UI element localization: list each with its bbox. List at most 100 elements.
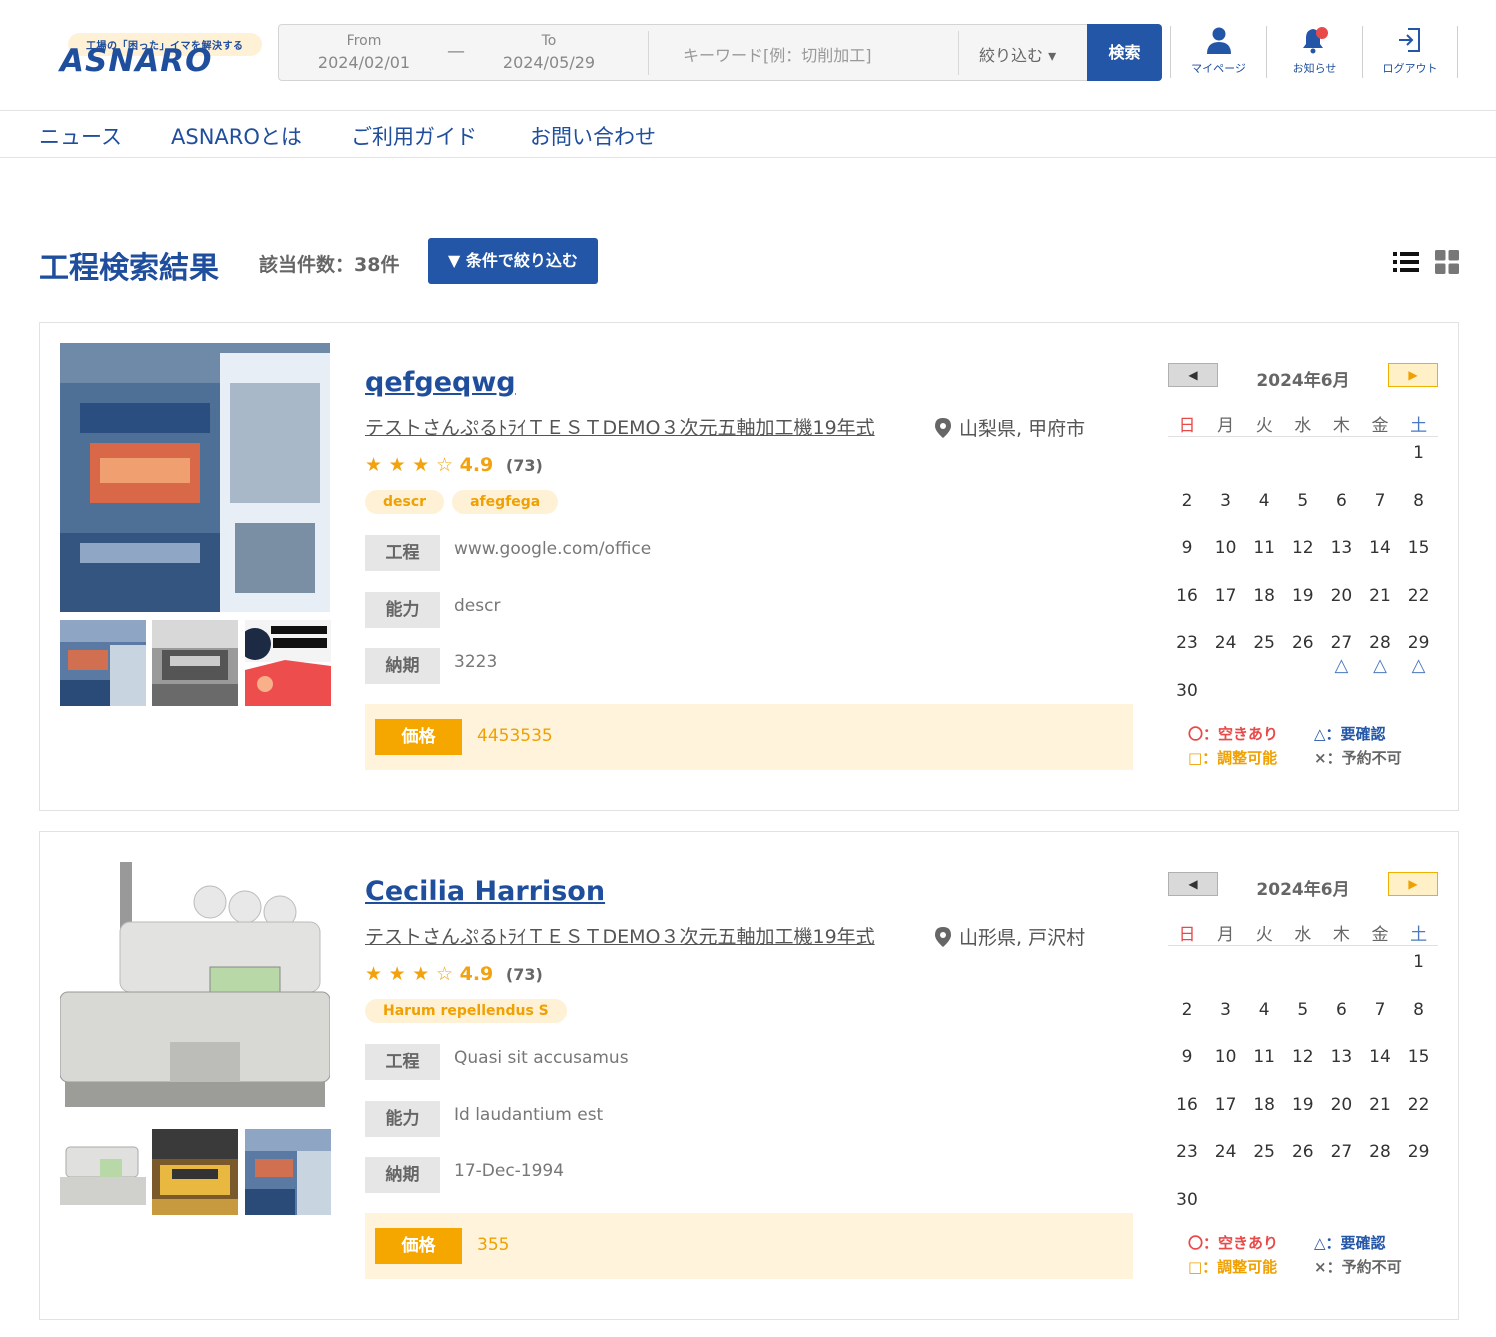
nav-news[interactable]: ニュース (39, 121, 122, 151)
next-month-button[interactable]: ▶ (1388, 872, 1438, 896)
calendar-day[interactable]: 27 (1322, 633, 1360, 653)
calendar-day[interactable]: 16 (1168, 586, 1206, 606)
narrow-dropdown[interactable]: 絞り込む ▾ (979, 42, 1056, 66)
bell-icon (1302, 27, 1328, 54)
calendar-day[interactable]: 20 (1322, 1095, 1360, 1115)
thumbnail-photo[interactable] (152, 620, 238, 706)
calendar-day[interactable]: 20 (1322, 586, 1360, 606)
notice-link[interactable]: お知らせ (1266, 26, 1362, 78)
calendar-day[interactable]: 18 (1245, 1095, 1283, 1115)
calendar-day[interactable]: 3 (1207, 491, 1245, 511)
calendar-day[interactable]: 24 (1207, 633, 1245, 653)
calendar-day[interactable]: 15 (1400, 538, 1438, 558)
calendar-day[interactable]: 8 (1400, 1000, 1438, 1020)
list-view-icon[interactable] (1393, 250, 1419, 278)
availability-mark[interactable]: △ (1400, 655, 1438, 676)
calendar-month: 2024年6月 (1256, 880, 1350, 900)
calendar-day[interactable]: 28 (1361, 633, 1399, 653)
calendar-day[interactable]: 13 (1322, 538, 1360, 558)
date-to-field[interactable]: To 2024/05/29 (484, 25, 614, 80)
calendar-day[interactable]: 9 (1168, 538, 1206, 558)
calendar-day[interactable]: 25 (1245, 1142, 1283, 1162)
calendar-day[interactable]: 11 (1245, 1047, 1283, 1067)
calendar-day[interactable]: 21 (1361, 586, 1399, 606)
asnaro-logo[interactable]: 工場の「困った」イマを解決する ASNARO (60, 30, 262, 80)
grid-view-icon[interactable] (1435, 250, 1459, 278)
calendar-day[interactable]: 12 (1284, 1047, 1322, 1067)
calendar-day[interactable]: 29 (1400, 1142, 1438, 1162)
result-subtitle-link[interactable]: テストさんぷるﾄﾗｲＴＥＳＴDEMO３次元五軸加工機19年式 (365, 922, 875, 949)
result-subtitle-link[interactable]: テストさんぷるﾄﾗｲＴＥＳＴDEMO３次元五軸加工機19年式 (365, 413, 875, 440)
thumbnail-photo[interactable] (245, 1129, 331, 1215)
calendar-day[interactable]: 7 (1361, 491, 1399, 511)
calendar-day[interactable]: 2 (1168, 1000, 1206, 1020)
thumbnail-photo[interactable] (60, 620, 146, 706)
calendar-day[interactable]: 22 (1400, 1095, 1438, 1115)
calendar-day[interactable]: 6 (1322, 1000, 1360, 1020)
thumbnail-poster[interactable] (245, 620, 331, 706)
result-title-link[interactable]: qefgeqwg (365, 367, 516, 398)
calendar-day[interactable]: 21 (1361, 1095, 1399, 1115)
calendar-day[interactable]: 26 (1284, 633, 1322, 653)
tag-badge[interactable]: Harum repellendus S (365, 999, 567, 1023)
calendar-day[interactable]: 30 (1168, 1190, 1206, 1210)
nav-about[interactable]: ASNAROとは (171, 121, 302, 151)
calendar-day[interactable]: 25 (1245, 633, 1283, 653)
calendar-day[interactable]: 19 (1284, 586, 1322, 606)
calendar-day[interactable]: 5 (1284, 1000, 1322, 1020)
calendar-day[interactable]: 4 (1245, 491, 1283, 511)
calendar-day[interactable]: 29 (1400, 633, 1438, 653)
tag-badge[interactable]: descr (365, 490, 445, 514)
logout-link[interactable]: ログアウト (1362, 26, 1458, 78)
thumbnail-photo[interactable] (60, 1129, 146, 1215)
availability-mark[interactable]: △ (1322, 655, 1360, 676)
calendar-day[interactable]: 26 (1284, 1142, 1322, 1162)
calendar-day[interactable]: 28 (1361, 1142, 1399, 1162)
keyword-input[interactable]: キーワード[例：切削加工] (683, 42, 872, 66)
calendar-day[interactable]: 9 (1168, 1047, 1206, 1067)
calendar-day[interactable]: 10 (1207, 1047, 1245, 1067)
date-from-field[interactable]: From 2024/02/01 (299, 25, 429, 80)
calendar-day[interactable]: 27 (1322, 1142, 1360, 1162)
main-photo-machinery[interactable] (60, 343, 330, 612)
calendar-day[interactable]: 18 (1245, 586, 1283, 606)
calendar-day[interactable]: 22 (1400, 586, 1438, 606)
calendar-day[interactable]: 14 (1361, 538, 1399, 558)
calendar-day[interactable]: 24 (1207, 1142, 1245, 1162)
calendar-day[interactable]: 1 (1400, 952, 1438, 972)
calendar-day[interactable]: 12 (1284, 538, 1322, 558)
calendar-day[interactable]: 19 (1284, 1095, 1322, 1115)
availability-mark[interactable]: △ (1361, 655, 1399, 676)
calendar-day[interactable]: 17 (1207, 1095, 1245, 1115)
nav-guide[interactable]: ご利用ガイド (351, 121, 477, 151)
calendar-day[interactable]: 3 (1207, 1000, 1245, 1020)
search-button[interactable]: 検索 (1087, 24, 1162, 81)
thumbnail-photo[interactable] (152, 1129, 238, 1215)
nav-contact[interactable]: お問い合わせ (530, 121, 656, 151)
calendar-day[interactable]: 15 (1400, 1047, 1438, 1067)
calendar-day[interactable]: 4 (1245, 1000, 1283, 1020)
main-photo-sewing-machine[interactable] (60, 852, 330, 1121)
calendar-day[interactable]: 11 (1245, 538, 1283, 558)
calendar-day[interactable]: 13 (1322, 1047, 1360, 1067)
calendar-day[interactable]: 30 (1168, 681, 1206, 701)
calendar-day[interactable]: 7 (1361, 1000, 1399, 1020)
mypage-link[interactable]: マイページ (1170, 26, 1266, 78)
calendar-day[interactable]: 14 (1361, 1047, 1399, 1067)
calendar-day[interactable]: 2 (1168, 491, 1206, 511)
result-title-link[interactable]: Cecilia Harrison (365, 876, 605, 907)
prev-month-button[interactable]: ◀ (1168, 363, 1218, 387)
calendar-day[interactable]: 23 (1168, 1142, 1206, 1162)
prev-month-button[interactable]: ◀ (1168, 872, 1218, 896)
calendar-day[interactable]: 10 (1207, 538, 1245, 558)
tag-badge[interactable]: afegfega (452, 490, 559, 514)
calendar-day[interactable]: 1 (1400, 443, 1438, 463)
calendar-day[interactable]: 8 (1400, 491, 1438, 511)
calendar-day[interactable]: 6 (1322, 491, 1360, 511)
filter-button[interactable]: ▼ 条件で絞り込む (428, 238, 598, 284)
next-month-button[interactable]: ▶ (1388, 363, 1438, 387)
calendar-day[interactable]: 23 (1168, 633, 1206, 653)
calendar-day[interactable]: 5 (1284, 491, 1322, 511)
calendar-day[interactable]: 16 (1168, 1095, 1206, 1115)
calendar-day[interactable]: 17 (1207, 586, 1245, 606)
